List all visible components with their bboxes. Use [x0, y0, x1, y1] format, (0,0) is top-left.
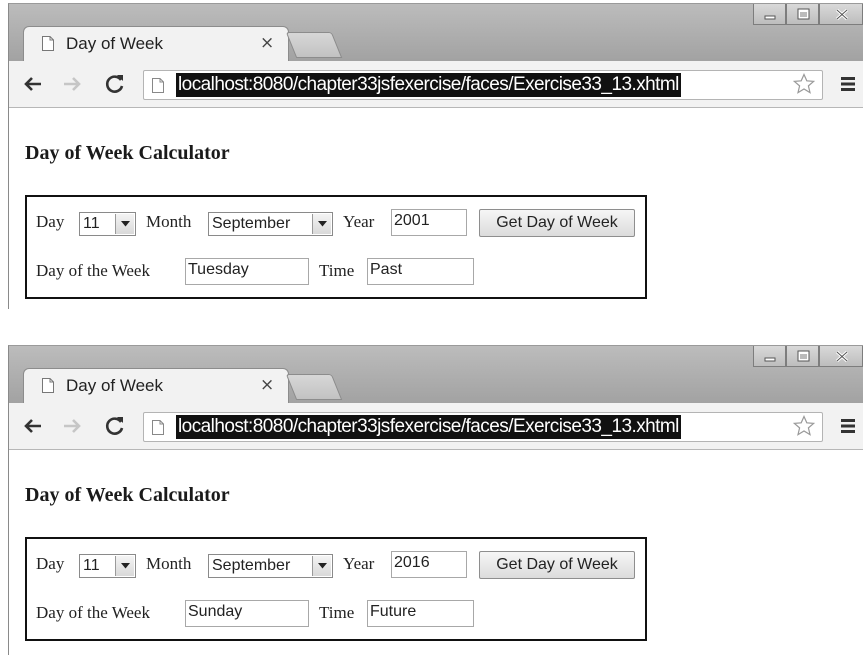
page-title: Day of Week Calculator	[25, 142, 230, 164]
month-label: Month	[146, 554, 192, 573]
day-label: Day	[36, 212, 65, 231]
back-arrow-icon[interactable]	[21, 72, 45, 96]
chevron-down-icon	[318, 563, 327, 569]
page-icon	[152, 420, 164, 435]
minimize-icon	[764, 15, 776, 20]
tab-close-button[interactable]: ×	[260, 33, 274, 53]
tab-title: Day of Week	[66, 376, 164, 395]
day-of-week-form: Day 11 Month September Year 2001 Get Day…	[25, 195, 647, 299]
reload-icon[interactable]	[103, 72, 127, 96]
page-icon	[152, 78, 164, 93]
day-select[interactable]: 11	[79, 212, 136, 236]
close-button[interactable]	[819, 4, 863, 25]
maximize-button[interactable]	[786, 4, 819, 25]
month-label: Month	[146, 212, 192, 231]
window-controls	[753, 4, 863, 26]
browser-tab[interactable]: Day of Week ×	[23, 368, 289, 403]
new-tab-button[interactable]	[285, 32, 343, 58]
get-day-of-week-button[interactable]: Get Day of Week	[479, 551, 635, 579]
tab-close-button[interactable]: ×	[260, 375, 274, 395]
address-bar[interactable]: localhost:8080/chapter33jsfexercise/face…	[143, 412, 823, 442]
month-select[interactable]: September	[208, 554, 333, 578]
minimize-icon	[764, 357, 776, 362]
minimize-button[interactable]	[753, 4, 786, 25]
browser-window-2: Day of Week × localhost:8080/chapter33js…	[8, 345, 863, 655]
title-bar: Day of Week ×	[9, 4, 863, 61]
year-label: Year	[343, 554, 375, 573]
maximize-button[interactable]	[786, 346, 819, 367]
day-of-week-form: Day 11 Month September Year 2016 Get Day…	[25, 537, 647, 641]
year-input[interactable]: 2001	[391, 209, 467, 236]
year-input[interactable]: 2016	[391, 551, 467, 578]
chevron-down-icon	[121, 221, 130, 227]
time-label: Time	[319, 603, 355, 622]
close-icon	[835, 8, 849, 21]
forward-arrow-icon[interactable]	[60, 72, 84, 96]
url-text[interactable]: localhost:8080/chapter33jsfexercise/face…	[176, 415, 681, 439]
browser-toolbar: localhost:8080/chapter33jsfexercise/face…	[9, 61, 863, 108]
forward-arrow-icon[interactable]	[60, 414, 84, 438]
browser-window-1: Day of Week × localhost:8080/chapter33js…	[8, 3, 863, 309]
minimize-button[interactable]	[753, 346, 786, 367]
window-controls	[753, 346, 863, 368]
page-icon	[42, 36, 54, 51]
day-of-week-label: Day of the Week	[36, 261, 150, 280]
star-icon[interactable]	[793, 73, 815, 95]
maximize-icon	[797, 8, 810, 20]
maximize-icon	[797, 350, 810, 362]
page-content: Day of Week Calculator Day 11 Month Sept…	[9, 450, 863, 652]
title-bar: Day of Week ×	[9, 346, 863, 403]
reload-icon[interactable]	[103, 414, 127, 438]
star-icon[interactable]	[793, 415, 815, 437]
get-day-of-week-button[interactable]: Get Day of Week	[479, 209, 635, 237]
tab-title: Day of Week	[66, 34, 164, 53]
new-tab-button[interactable]	[285, 374, 343, 400]
page-content: Day of Week Calculator Day 11 Month Sept…	[9, 108, 863, 309]
day-select[interactable]: 11	[79, 554, 136, 578]
time-output[interactable]: Future	[367, 600, 474, 627]
page-icon	[42, 378, 54, 393]
day-of-week-output[interactable]: Tuesday	[185, 258, 309, 285]
address-bar[interactable]: localhost:8080/chapter33jsfexercise/face…	[143, 70, 823, 100]
hamburger-menu-icon[interactable]	[841, 419, 855, 433]
close-icon	[835, 350, 849, 363]
page-title: Day of Week Calculator	[25, 484, 230, 506]
browser-toolbar: localhost:8080/chapter33jsfexercise/face…	[9, 403, 863, 450]
year-label: Year	[343, 212, 375, 231]
day-of-week-label: Day of the Week	[36, 603, 150, 622]
time-output[interactable]: Past	[367, 258, 474, 285]
close-button[interactable]	[819, 346, 863, 367]
day-label: Day	[36, 554, 65, 573]
url-text[interactable]: localhost:8080/chapter33jsfexercise/face…	[176, 73, 681, 97]
chevron-down-icon	[121, 563, 130, 569]
month-select[interactable]: September	[208, 212, 333, 236]
day-of-week-output[interactable]: Sunday	[185, 600, 309, 627]
browser-tab[interactable]: Day of Week ×	[23, 26, 289, 61]
hamburger-menu-icon[interactable]	[841, 77, 855, 91]
chevron-down-icon	[318, 221, 327, 227]
back-arrow-icon[interactable]	[21, 414, 45, 438]
time-label: Time	[319, 261, 355, 280]
